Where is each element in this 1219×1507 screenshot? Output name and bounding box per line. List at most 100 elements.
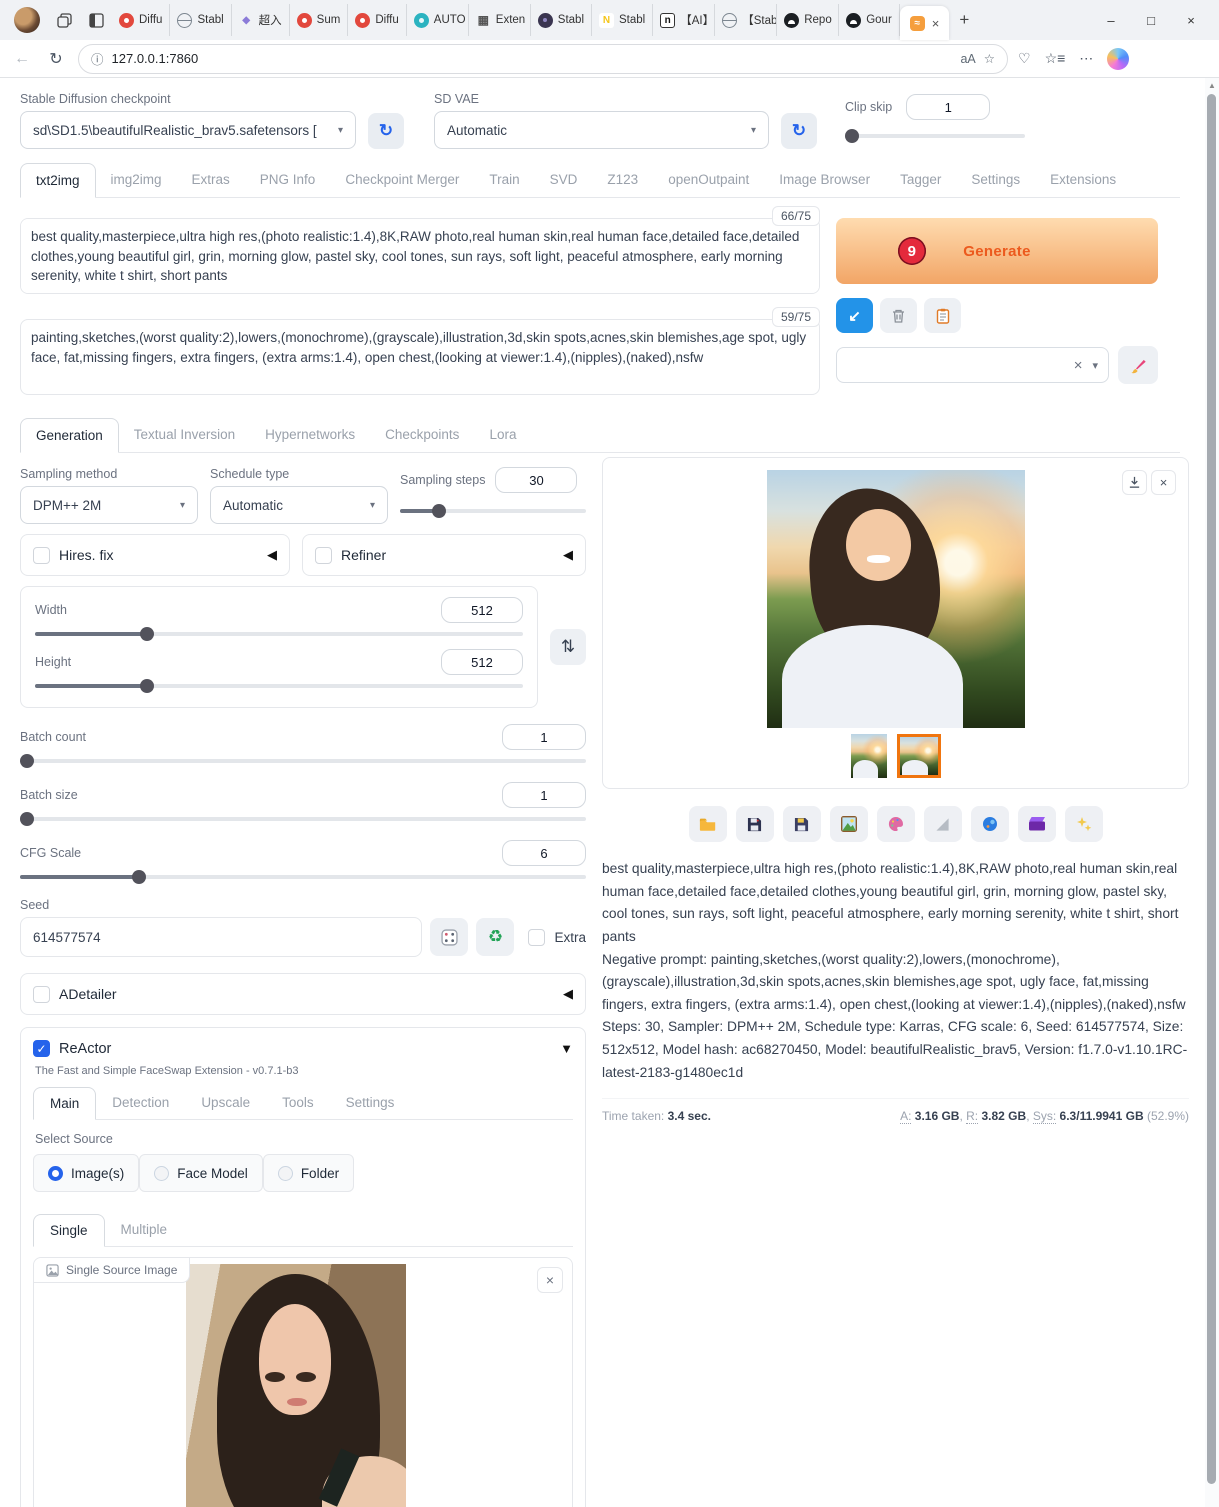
- clear-prompt-button[interactable]: [880, 298, 917, 333]
- edit-styles-button[interactable]: [1118, 346, 1158, 384]
- tab-textual-inversion[interactable]: Textual Inversion: [119, 418, 250, 453]
- send-to-extras-palette-icon[interactable]: [877, 806, 915, 842]
- ruler-icon[interactable]: [924, 806, 962, 842]
- tab-hypernetworks[interactable]: Hypernetworks: [250, 418, 370, 453]
- seed-input[interactable]: [20, 917, 422, 957]
- positive-prompt-input[interactable]: best quality,masterpiece,ultra high res,…: [20, 218, 820, 294]
- browser-essentials-icon[interactable]: ♡: [1018, 50, 1031, 67]
- random-seed-dice-icon[interactable]: [430, 918, 468, 956]
- source-folder-radio[interactable]: Folder: [263, 1154, 354, 1192]
- refresh-checkpoint-button[interactable]: ↻: [368, 113, 404, 149]
- address-bar[interactable]: ⓘ 127.0.0.1:7860 aA ☆: [78, 44, 1008, 74]
- tab-svd[interactable]: SVD: [535, 163, 593, 198]
- tab-lora[interactable]: Lora: [474, 418, 531, 453]
- reactor-tab-upscale[interactable]: Upscale: [185, 1087, 266, 1120]
- tab-img2img[interactable]: img2img: [96, 163, 177, 198]
- tab-checkpoints[interactable]: Checkpoints: [370, 418, 474, 453]
- source-portrait-image[interactable]: [186, 1264, 406, 1507]
- scroll-up-arrow-icon[interactable]: ▲: [1205, 78, 1219, 90]
- height-input[interactable]: 512: [441, 649, 523, 675]
- schedule-type-dropdown[interactable]: Automatic ▾: [210, 486, 388, 524]
- batch-count-input[interactable]: 1: [502, 724, 586, 750]
- close-button[interactable]: ×: [1171, 3, 1211, 37]
- generated-image[interactable]: [767, 470, 1025, 728]
- browser-tab[interactable]: Stabl: [170, 4, 231, 36]
- height-slider[interactable]: [35, 679, 523, 693]
- checkpoint-dropdown[interactable]: sd\SD1.5\beautifulRealistic_brav5.safete…: [20, 111, 356, 149]
- save-zip-icon[interactable]: [783, 806, 821, 842]
- refiner-checkbox[interactable]: [315, 547, 332, 564]
- tab-png-info[interactable]: PNG Info: [245, 163, 331, 198]
- browser-tab[interactable]: AUTO: [407, 4, 469, 36]
- browser-tab-active[interactable]: ×: [900, 6, 950, 40]
- extra-seed-toggle[interactable]: Extra: [528, 929, 586, 946]
- copilot-icon[interactable]: [1107, 48, 1129, 70]
- browser-tab[interactable]: Exten: [469, 4, 531, 36]
- browser-tab[interactable]: Diffu: [348, 4, 406, 36]
- batch-count-slider[interactable]: [20, 754, 586, 768]
- adetailer-panel[interactable]: ADetailer ◀: [20, 973, 586, 1015]
- width-input[interactable]: 512: [441, 597, 523, 623]
- save-icon[interactable]: [736, 806, 774, 842]
- tab-settings[interactable]: Settings: [956, 163, 1035, 198]
- reactor-checkbox[interactable]: [33, 1040, 50, 1057]
- tab-openoutpaint[interactable]: openOutpaint: [653, 163, 764, 198]
- favorites-icon[interactable]: ☆≡: [1045, 50, 1066, 67]
- more-menu-icon[interactable]: ⋯: [1079, 50, 1093, 67]
- browser-tab[interactable]: Gour: [839, 4, 900, 36]
- refresh-vae-button[interactable]: ↻: [781, 113, 817, 149]
- clip-skip-slider[interactable]: [845, 129, 1025, 143]
- tab-checkpoint-merger[interactable]: Checkpoint Merger: [330, 163, 474, 198]
- video-clapperboard-icon[interactable]: [1018, 806, 1056, 842]
- browser-tab[interactable]: Diffu: [112, 4, 170, 36]
- reuse-seed-recycle-icon[interactable]: ♻: [476, 918, 514, 956]
- open-folder-icon[interactable]: [689, 806, 727, 842]
- back-icon[interactable]: ←: [10, 50, 34, 68]
- collapse-arrow-icon[interactable]: ◀: [563, 547, 573, 563]
- tab-z123[interactable]: Z123: [592, 163, 653, 198]
- reactor-tab-settings[interactable]: Settings: [330, 1087, 411, 1120]
- bookmark-star-icon[interactable]: ☆: [984, 51, 995, 66]
- tab-extensions[interactable]: Extensions: [1035, 163, 1131, 198]
- maximize-button[interactable]: □: [1131, 3, 1171, 37]
- close-image-icon[interactable]: ×: [1151, 470, 1176, 495]
- gallery-thumb-2-selected[interactable]: [897, 734, 941, 778]
- profile-avatar[interactable]: [14, 7, 40, 33]
- reactor-tab-main[interactable]: Main: [33, 1087, 96, 1120]
- sampling-steps-slider[interactable]: [400, 504, 586, 518]
- vertical-tabs-icon[interactable]: [85, 9, 107, 31]
- gallery-thumb-1[interactable]: [851, 734, 887, 778]
- width-slider[interactable]: [35, 627, 523, 641]
- cfg-scale-slider[interactable]: [20, 870, 586, 884]
- hires-fix-panel[interactable]: Hires. fix ◀: [20, 534, 290, 576]
- browser-tab[interactable]: Stabl: [592, 4, 653, 36]
- tab-image-browser[interactable]: Image Browser: [764, 163, 885, 198]
- swap-dimensions-button[interactable]: ⇅: [550, 629, 586, 665]
- hires-fix-checkbox[interactable]: [33, 547, 50, 564]
- paste-params-button[interactable]: ↙: [836, 298, 873, 333]
- tab-tagger[interactable]: Tagger: [885, 163, 956, 198]
- styles-dropdown[interactable]: × ▾: [836, 347, 1109, 383]
- photopea-globe-icon[interactable]: [971, 806, 1009, 842]
- browser-tab[interactable]: 【AI】: [653, 4, 715, 36]
- minimize-button[interactable]: –: [1091, 3, 1131, 37]
- tab-generation[interactable]: Generation: [20, 418, 119, 453]
- enhance-sparkles-icon[interactable]: [1065, 806, 1103, 842]
- sampling-steps-input[interactable]: 30: [495, 467, 577, 493]
- read-aloud-icon[interactable]: aA: [960, 52, 975, 66]
- collapse-arrow-icon[interactable]: ◀: [563, 986, 573, 1002]
- tab-train[interactable]: Train: [474, 163, 534, 198]
- browser-tab[interactable]: Repo: [777, 4, 839, 36]
- cfg-scale-input[interactable]: 6: [502, 840, 586, 866]
- clip-skip-input[interactable]: 1: [906, 94, 990, 120]
- page-scrollbar[interactable]: ▲: [1205, 78, 1219, 1507]
- negative-prompt-input[interactable]: painting,sketches,(worst quality:2),lowe…: [20, 319, 820, 395]
- generate-button[interactable]: 9 Generate: [836, 218, 1158, 284]
- reactor-header[interactable]: ReActor ▼: [33, 1040, 573, 1057]
- tab-multiple[interactable]: Multiple: [105, 1214, 184, 1247]
- browser-tab[interactable]: Sum: [290, 4, 349, 36]
- expand-arrow-icon[interactable]: ▼: [560, 1041, 573, 1056]
- clear-source-image-button[interactable]: ×: [537, 1267, 563, 1293]
- source-images-radio[interactable]: Image(s): [33, 1154, 139, 1192]
- tab-extras[interactable]: Extras: [177, 163, 245, 198]
